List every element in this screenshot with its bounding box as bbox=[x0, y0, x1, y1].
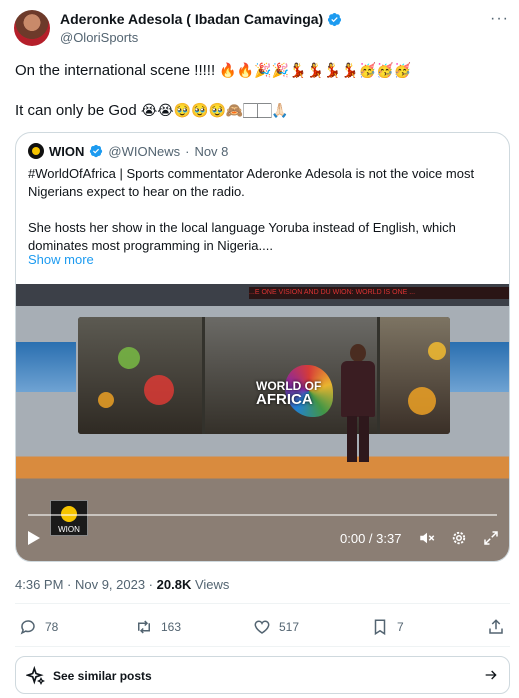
quoted-author-handle[interactable]: @WIONews bbox=[108, 144, 180, 159]
bokeh-light bbox=[144, 375, 174, 405]
reply-button[interactable]: 78 bbox=[19, 618, 58, 636]
share-button[interactable] bbox=[487, 618, 505, 636]
repost-count: 163 bbox=[161, 620, 182, 634]
video-controls: 0:00 / 3:37 bbox=[16, 528, 509, 554]
studio-side-panel-right bbox=[449, 342, 509, 392]
overlay-title-line-2: AFRICA bbox=[256, 391, 313, 408]
see-similar-posts-button[interactable]: See similar posts bbox=[15, 656, 510, 694]
video-wall-left bbox=[78, 317, 202, 434]
author-handle[interactable]: @OloriSports bbox=[60, 30, 138, 45]
bokeh-light bbox=[98, 392, 114, 408]
presenter-head bbox=[350, 344, 366, 362]
settings-gear-icon[interactable] bbox=[450, 529, 468, 547]
see-similar-posts-label: See similar posts bbox=[53, 669, 152, 683]
views-label: Views bbox=[194, 577, 230, 592]
repost-icon bbox=[138, 620, 150, 634]
share-icon bbox=[489, 619, 503, 634]
presenter-legs bbox=[347, 416, 369, 462]
world-of-africa-title: WORLD OF AFRICA bbox=[256, 380, 321, 408]
verified-badge-icon bbox=[328, 12, 342, 26]
tweet-meta: 4:36 PM · Nov 9, 2023 · 20.8K Views bbox=[15, 577, 229, 592]
views-count: 20.8K bbox=[156, 577, 192, 592]
wion-avatar[interactable] bbox=[28, 143, 44, 159]
avatar[interactable] bbox=[14, 10, 50, 46]
quoted-author-name[interactable]: WION bbox=[49, 144, 84, 159]
bookmark-icon bbox=[374, 619, 386, 636]
quoted-text-paragraph-1: #WorldOfAfrica | Sports commentator Ader… bbox=[28, 166, 475, 199]
tweet-emojis: 🔥🔥🎉🎉💃💃💃💃🥳🥳🥳 bbox=[219, 63, 412, 79]
author-name-row[interactable]: Aderonke Adesola ( Ibadan Camavinga) bbox=[60, 11, 342, 27]
play-icon[interactable] bbox=[28, 531, 40, 545]
tweet-text-line-1: On the international scene !!!!! 🔥🔥🎉🎉💃💃💃… bbox=[15, 62, 411, 79]
tweet-emojis: 😭😭🥹🥹🥹🙈🏻🏻🙏🏻 bbox=[140, 103, 289, 119]
tweet-text: It can only be God bbox=[15, 102, 137, 119]
video-wall-right bbox=[380, 317, 450, 434]
presenter-body bbox=[341, 361, 375, 417]
studio-side-panel-left bbox=[16, 342, 76, 392]
quoted-tweet-text: #WorldOfAfrica | Sports commentator Ader… bbox=[28, 165, 498, 273]
video-progress-bar[interactable] bbox=[28, 514, 497, 516]
author-name[interactable]: Aderonke Adesola ( Ibadan Camavinga) bbox=[60, 11, 323, 27]
quoted-tweet[interactable]: WION @WIONews · Nov 8 #WorldOfAfrica | S… bbox=[15, 132, 510, 562]
heart-icon bbox=[254, 620, 270, 634]
like-count: 517 bbox=[279, 620, 300, 634]
bokeh-light bbox=[428, 342, 446, 360]
reply-count: 78 bbox=[45, 620, 59, 634]
separator: · bbox=[185, 143, 190, 159]
reply-icon bbox=[20, 620, 35, 635]
bookmark-button[interactable]: 7 bbox=[371, 618, 404, 636]
fullscreen-icon[interactable] bbox=[482, 529, 500, 547]
verified-badge-icon bbox=[90, 144, 103, 158]
divider bbox=[15, 646, 510, 647]
repost-button[interactable]: 163 bbox=[135, 618, 181, 636]
bokeh-light bbox=[118, 347, 140, 369]
presenter-figure bbox=[338, 344, 378, 462]
quoted-text-paragraph-2: She hosts her show in the local language… bbox=[28, 220, 456, 253]
sparkle-icon bbox=[26, 666, 45, 685]
video-time: 0:00 / 3:37 bbox=[340, 531, 402, 546]
quoted-date[interactable]: Nov 8 bbox=[194, 144, 228, 159]
bokeh-light bbox=[408, 387, 436, 415]
studio-video-wall: WORLD OF AFRICA bbox=[78, 317, 450, 434]
more-options-icon[interactable]: ··· bbox=[490, 10, 509, 28]
tweet-text-line-2: It can only be God 😭😭🥹🥹🥹🙈🏻🏻🙏🏻 bbox=[15, 102, 289, 119]
tweet-timestamp[interactable]: 4:36 PM · Nov 9, 2023 · bbox=[15, 577, 153, 592]
like-button[interactable]: 517 bbox=[253, 618, 299, 636]
bookmark-count: 7 bbox=[397, 620, 404, 634]
tweet-text: On the international scene !!!!! bbox=[15, 62, 216, 79]
video-player[interactable]: ...E ONE VISION AND DU WION: WORLD IS ON… bbox=[16, 284, 509, 561]
tweet-header: Aderonke Adesola ( Ibadan Camavinga) @Ol… bbox=[14, 10, 509, 50]
show-more-link[interactable]: Show more bbox=[28, 252, 94, 267]
divider bbox=[15, 603, 510, 604]
tweet-actions: 78 163 517 7 bbox=[15, 618, 510, 640]
news-ticker: ...E ONE VISION AND DU WION: WORLD IS ON… bbox=[249, 287, 509, 299]
mute-icon[interactable] bbox=[418, 529, 436, 547]
arrow-right-icon bbox=[485, 670, 497, 680]
quoted-tweet-header: WION @WIONews · Nov 8 bbox=[28, 143, 228, 159]
